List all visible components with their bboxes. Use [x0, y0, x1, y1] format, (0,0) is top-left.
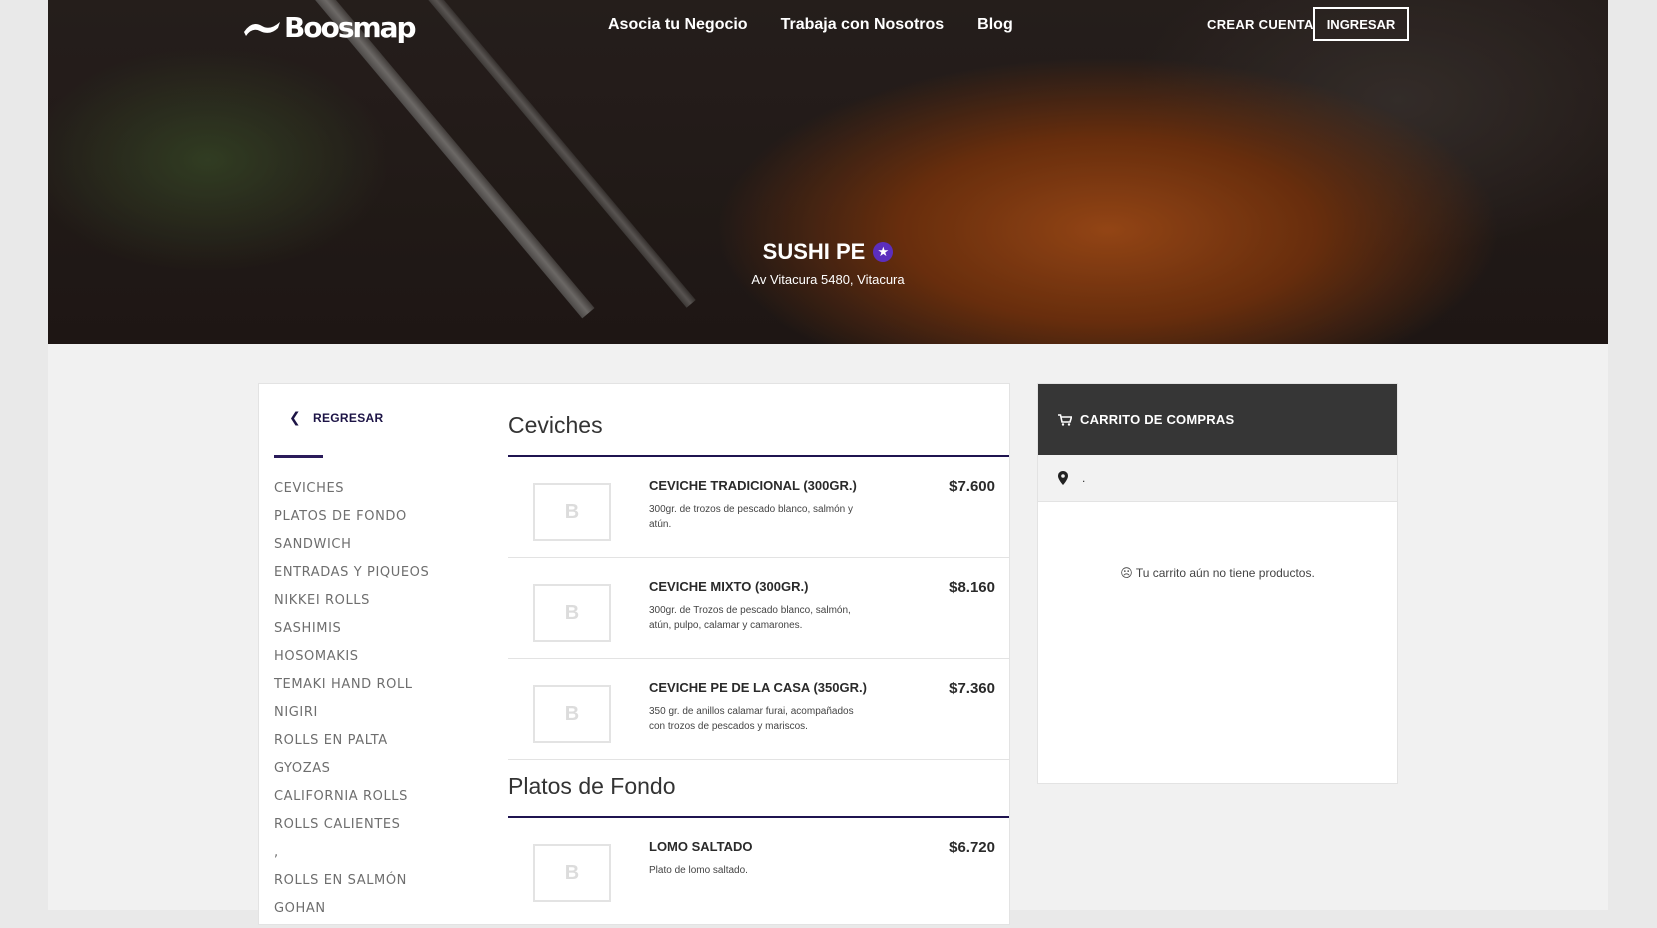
hero-banner: Boosmap Asocia tu Negocio Trabaja con No… [48, 0, 1608, 344]
item-description: Plato de lomo saltado. [649, 865, 748, 876]
product-placeholder-image: B [533, 483, 611, 541]
category-item[interactable]: TEMAKI HAND ROLL [274, 676, 474, 704]
item-description: 350 gr. de anillos calamar furai, acompa… [649, 706, 854, 732]
cart-title: CARRITO DE COMPRAS [1080, 412, 1235, 427]
menu-card: ❮ REGRESAR CEVICHES PLATOS DE FONDO SAND… [258, 383, 1010, 925]
ingresar-button[interactable]: INGRESAR [1313, 7, 1409, 41]
item-name: LOMO SALTADO [649, 839, 753, 854]
store-title: SUSHI PE ★ [48, 239, 1608, 265]
category-list: CEVICHES PLATOS DE FONDO SANDWICH ENTRAD… [274, 480, 474, 928]
category-item[interactable]: NIKKEI ROLLS [274, 592, 474, 620]
back-button[interactable]: ❮ REGRESAR [289, 409, 383, 426]
shopping-cart: CARRITO DE COMPRAS . ☹ Tu carrito aún no… [1037, 383, 1398, 784]
cart-icon [1058, 413, 1072, 426]
product-placeholder-image: B [533, 844, 611, 902]
category-item[interactable]: ROLLS EN SALMÓN [274, 872, 474, 900]
category-item[interactable]: , [274, 844, 474, 872]
menu-item[interactable]: B CEVICHE PE DE LA CASA (350GR.) 350 gr.… [508, 659, 1009, 760]
store-name: SUSHI PE [762, 239, 866, 264]
item-price: $7.600 [949, 478, 995, 495]
item-name: CEVICHE TRADICIONAL (300GR.) [649, 478, 857, 493]
item-price: $7.360 [949, 680, 995, 697]
category-item[interactable]: ROLLS CALIENTES [274, 816, 474, 844]
category-item[interactable]: CALIFORNIA ROLLS [274, 788, 474, 816]
crear-cuenta-link[interactable]: CREAR CUENTA [1207, 17, 1314, 32]
map-pin-icon [1058, 471, 1068, 485]
back-label: REGRESAR [313, 410, 384, 425]
product-placeholder-image: B [533, 685, 611, 743]
boosmap-wave-icon [244, 22, 280, 36]
nav-trabaja-nosotros[interactable]: Trabaja con Nosotros [781, 16, 945, 34]
main-nav: Asocia tu Negocio Trabaja con Nosotros B… [608, 16, 1013, 34]
category-item[interactable]: ROLLS EN PALTA [274, 732, 474, 760]
logo-text: Boosmap [284, 10, 417, 44]
item-name: CEVICHE MIXTO (300GR.) [649, 579, 809, 594]
nav-asocia-negocio[interactable]: Asocia tu Negocio [608, 16, 748, 34]
category-indicator [274, 455, 323, 458]
category-item[interactable]: SASHIMIS [274, 620, 474, 648]
cart-header: CARRITO DE COMPRAS [1038, 384, 1397, 455]
store-address: Av Vitacura 5480, Vitacura [751, 272, 905, 287]
section-title: Platos de Fondo [508, 773, 676, 799]
category-item[interactable]: SANDWICH [274, 536, 474, 564]
category-item[interactable]: ENTRADAS Y PIQUEOS [274, 564, 474, 592]
star-badge-icon: ★ [873, 242, 894, 262]
item-description: 300gr. de trozos de pescado blanco, salm… [649, 504, 854, 530]
category-item[interactable]: GOHAN [274, 900, 474, 928]
boosmap-logo[interactable]: Boosmap [242, 10, 417, 44]
category-item[interactable]: NIGIRI [274, 704, 474, 732]
item-price: $6.720 [949, 839, 995, 856]
cart-address: . [1082, 471, 1086, 485]
category-item[interactable]: GYOZAS [274, 760, 474, 788]
section-title: Ceviches [508, 412, 603, 438]
menu-item[interactable]: B CEVICHE TRADICIONAL (300GR.) 300gr. de… [508, 457, 1009, 558]
menu-item[interactable]: B LOMO SALTADO Plato de lomo saltado. $6… [508, 818, 1009, 918]
category-item[interactable]: PLATOS DE FONDO [274, 508, 474, 536]
nav-blog[interactable]: Blog [977, 16, 1013, 34]
menu-item[interactable]: B CEVICHE MIXTO (300GR.) 300gr. de Trozo… [508, 558, 1009, 659]
category-item[interactable]: CEVICHES [274, 480, 474, 508]
cart-address-row[interactable]: . [1038, 455, 1397, 502]
item-name: CEVICHE PE DE LA CASA (350GR.) [649, 680, 867, 695]
chevron-left-icon: ❮ [289, 409, 302, 425]
category-item[interactable]: HOSOMAKIS [274, 648, 474, 676]
page: Boosmap Asocia tu Negocio Trabaja con No… [48, 0, 1608, 925]
item-description: 300gr. de Trozos de pescado blanco, salm… [649, 605, 851, 631]
product-placeholder-image: B [533, 584, 611, 642]
item-price: $8.160 [949, 579, 995, 596]
cart-empty-message: ☹ Tu carrito aún no tiene productos. [1120, 566, 1315, 580]
